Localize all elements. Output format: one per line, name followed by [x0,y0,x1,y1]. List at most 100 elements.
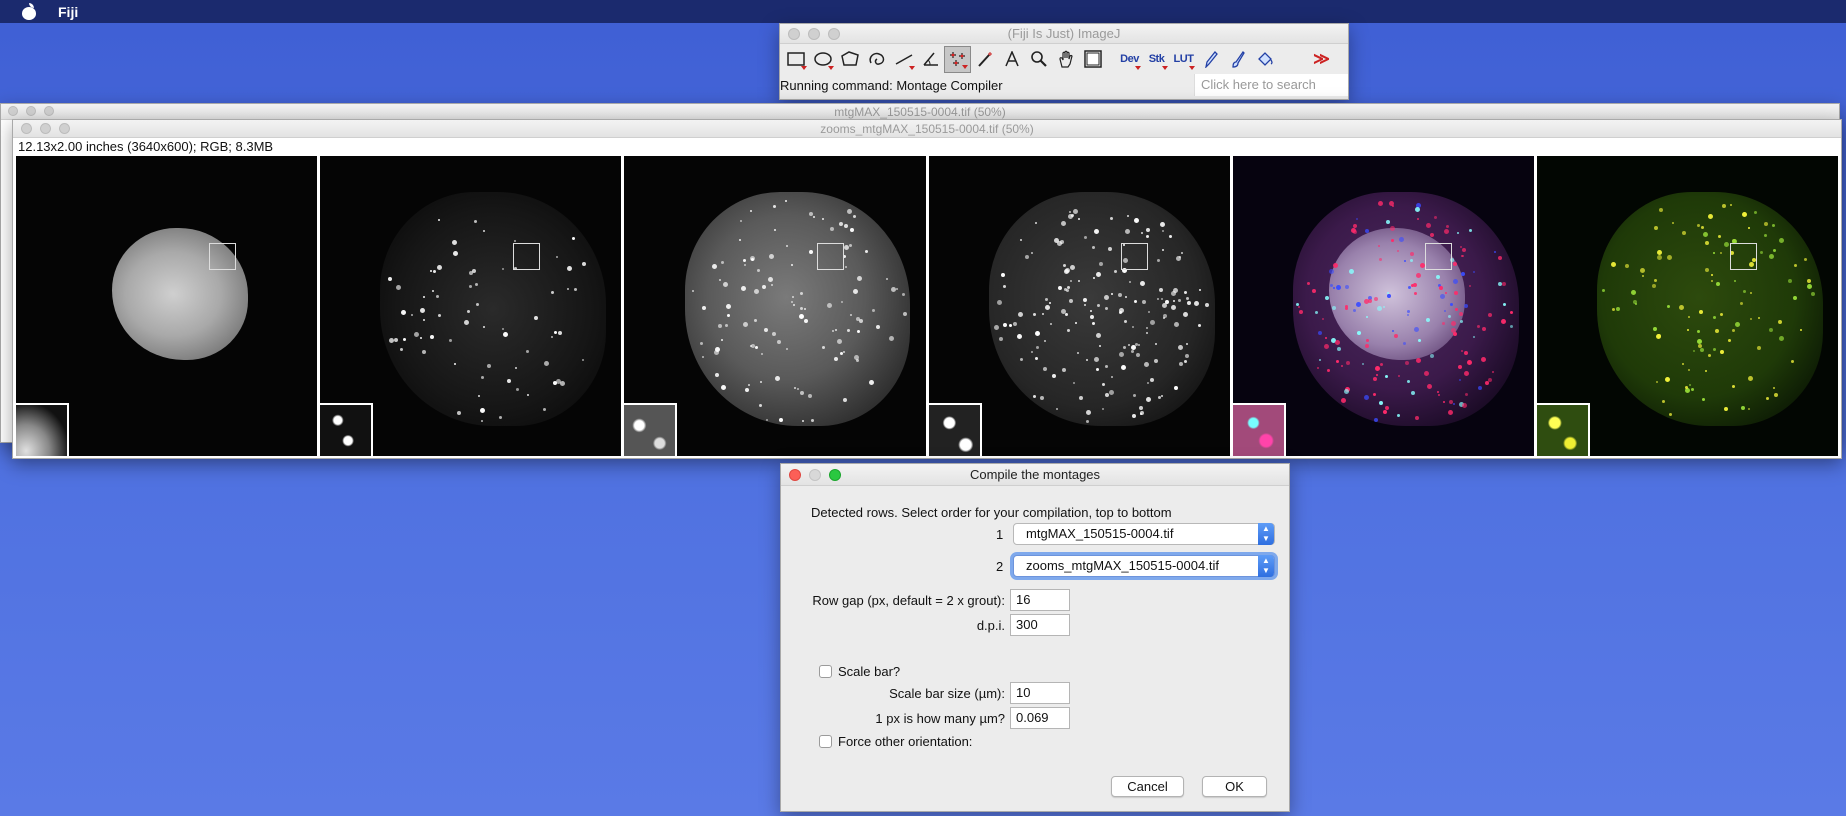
minimize-button[interactable] [26,106,36,116]
punctum [487,364,492,369]
chevron-updown-icon[interactable]: ▲ ▼ [1258,555,1274,577]
multipoint-tool-icon[interactable] [944,45,971,73]
punctum [1162,317,1165,320]
minimize-button[interactable] [40,123,51,134]
ok-button[interactable]: OK [1202,776,1267,797]
color-picker-icon[interactable] [1079,46,1106,73]
search-field[interactable]: Click here to search [1194,74,1348,96]
punctum [753,289,759,295]
punctum [810,418,814,422]
image2-titlebar[interactable]: zooms_mtgMAX_150515-0004.tif (50%) [13,120,1841,138]
zoom-button[interactable] [829,469,841,481]
close-button[interactable] [8,106,18,116]
punctum [1097,303,1101,307]
stk-menu-tool[interactable]: Stk [1143,46,1170,73]
punctum [1139,406,1144,411]
punctum [1340,365,1343,368]
close-button[interactable] [788,28,800,40]
brush-tool-icon[interactable] [1224,46,1251,73]
zoom-button[interactable] [44,106,54,116]
chevron-updown-icon[interactable]: ▲ ▼ [1258,523,1274,545]
punctum [1612,308,1616,312]
punctum [1049,301,1052,304]
punctum [738,239,741,242]
punctum [1060,221,1066,227]
punctum [1485,381,1490,386]
image-window-zooms[interactable]: zooms_mtgMAX_150515-0004.tif (50%) 12.13… [12,119,1842,459]
freehand-tool-icon[interactable] [863,46,890,73]
wand-tool-icon[interactable] [971,46,998,73]
punctum [1742,289,1746,293]
dev-menu-tool[interactable]: Dev [1116,46,1143,73]
scale-bar-size-input[interactable]: 10 [1010,682,1070,704]
scale-bar-checkbox[interactable] [819,665,832,678]
close-button[interactable] [21,123,32,134]
punctum [722,281,728,287]
dpi-label: d.p.i. [976,618,1005,633]
punctum [786,245,789,248]
punctum [1398,374,1401,377]
imagej-titlebar[interactable]: (Fiji Is Just) ImageJ [780,24,1348,44]
punctum [395,284,401,290]
minimize-button[interactable] [808,28,820,40]
punctum [1104,392,1109,397]
flood-fill-icon[interactable] [1251,46,1278,73]
punctum [839,221,844,226]
row-1-select[interactable]: mtgMAX_150515-0004.tif ▲ ▼ [1013,523,1275,545]
punctum [1096,368,1100,372]
cancel-button[interactable]: Cancel [1111,776,1184,797]
zoom-button[interactable] [828,28,840,40]
px-um-input[interactable]: 0.069 [1010,707,1070,729]
polygon-tool-icon[interactable] [836,46,863,73]
app-menu-fiji[interactable]: Fiji [58,4,78,20]
punctum [1715,329,1720,334]
punctum [858,319,863,324]
oval-tool-icon[interactable] [809,46,836,73]
punctum [1666,304,1670,308]
hand-tool-icon[interactable] [1052,46,1079,73]
punctum [1076,352,1079,355]
row-gap-input[interactable]: 16 [1010,589,1070,611]
punctum [1497,255,1502,260]
force-orientation-checkbox[interactable] [819,735,832,748]
punctum [1105,306,1109,310]
image1-titlebar[interactable]: mtgMAX_150515-0004.tif (50%) [1,104,1839,120]
scale-bar-size-label: Scale bar size (µm): [889,686,1005,701]
montage-canvas[interactable] [16,156,1839,456]
punctum [437,265,442,271]
magnifier-icon[interactable] [1025,46,1052,73]
angle-tool-icon[interactable] [917,46,944,73]
punctum [852,289,858,295]
text-tool-icon[interactable] [998,46,1025,73]
apple-icon[interactable] [20,2,40,20]
roi-box [1729,243,1757,270]
punctum [1704,369,1707,372]
punctum [1120,365,1126,371]
more-tools-icon[interactable]: ≫ [1308,46,1335,73]
zoom-inset [624,403,678,456]
punctum [754,345,758,349]
punctum [1186,343,1189,346]
punctum [1453,278,1459,284]
punctum [1150,319,1156,325]
punctum [774,376,780,382]
punctum [1804,258,1808,262]
line-tool-icon[interactable] [890,46,917,73]
punctum [1734,321,1740,327]
close-button[interactable] [789,469,801,481]
rectangle-tool-icon[interactable] [782,46,809,73]
punctum [1448,314,1452,318]
dpi-input[interactable]: 300 [1010,614,1070,636]
lut-menu-tool[interactable]: LUT [1170,46,1197,73]
pencil-tool-icon[interactable] [1197,46,1224,73]
punctum [857,276,863,282]
zoom-button[interactable] [59,123,70,134]
row-2-select[interactable]: zooms_mtgMAX_150515-0004.tif ▲ ▼ [1013,555,1275,577]
punctum [449,339,453,343]
punctum [1396,250,1399,253]
dialog-titlebar[interactable]: Compile the montages [781,464,1289,486]
punctum [556,255,559,258]
punctum [714,350,720,356]
minimize-button[interactable] [809,469,821,481]
punctum [1461,349,1464,352]
